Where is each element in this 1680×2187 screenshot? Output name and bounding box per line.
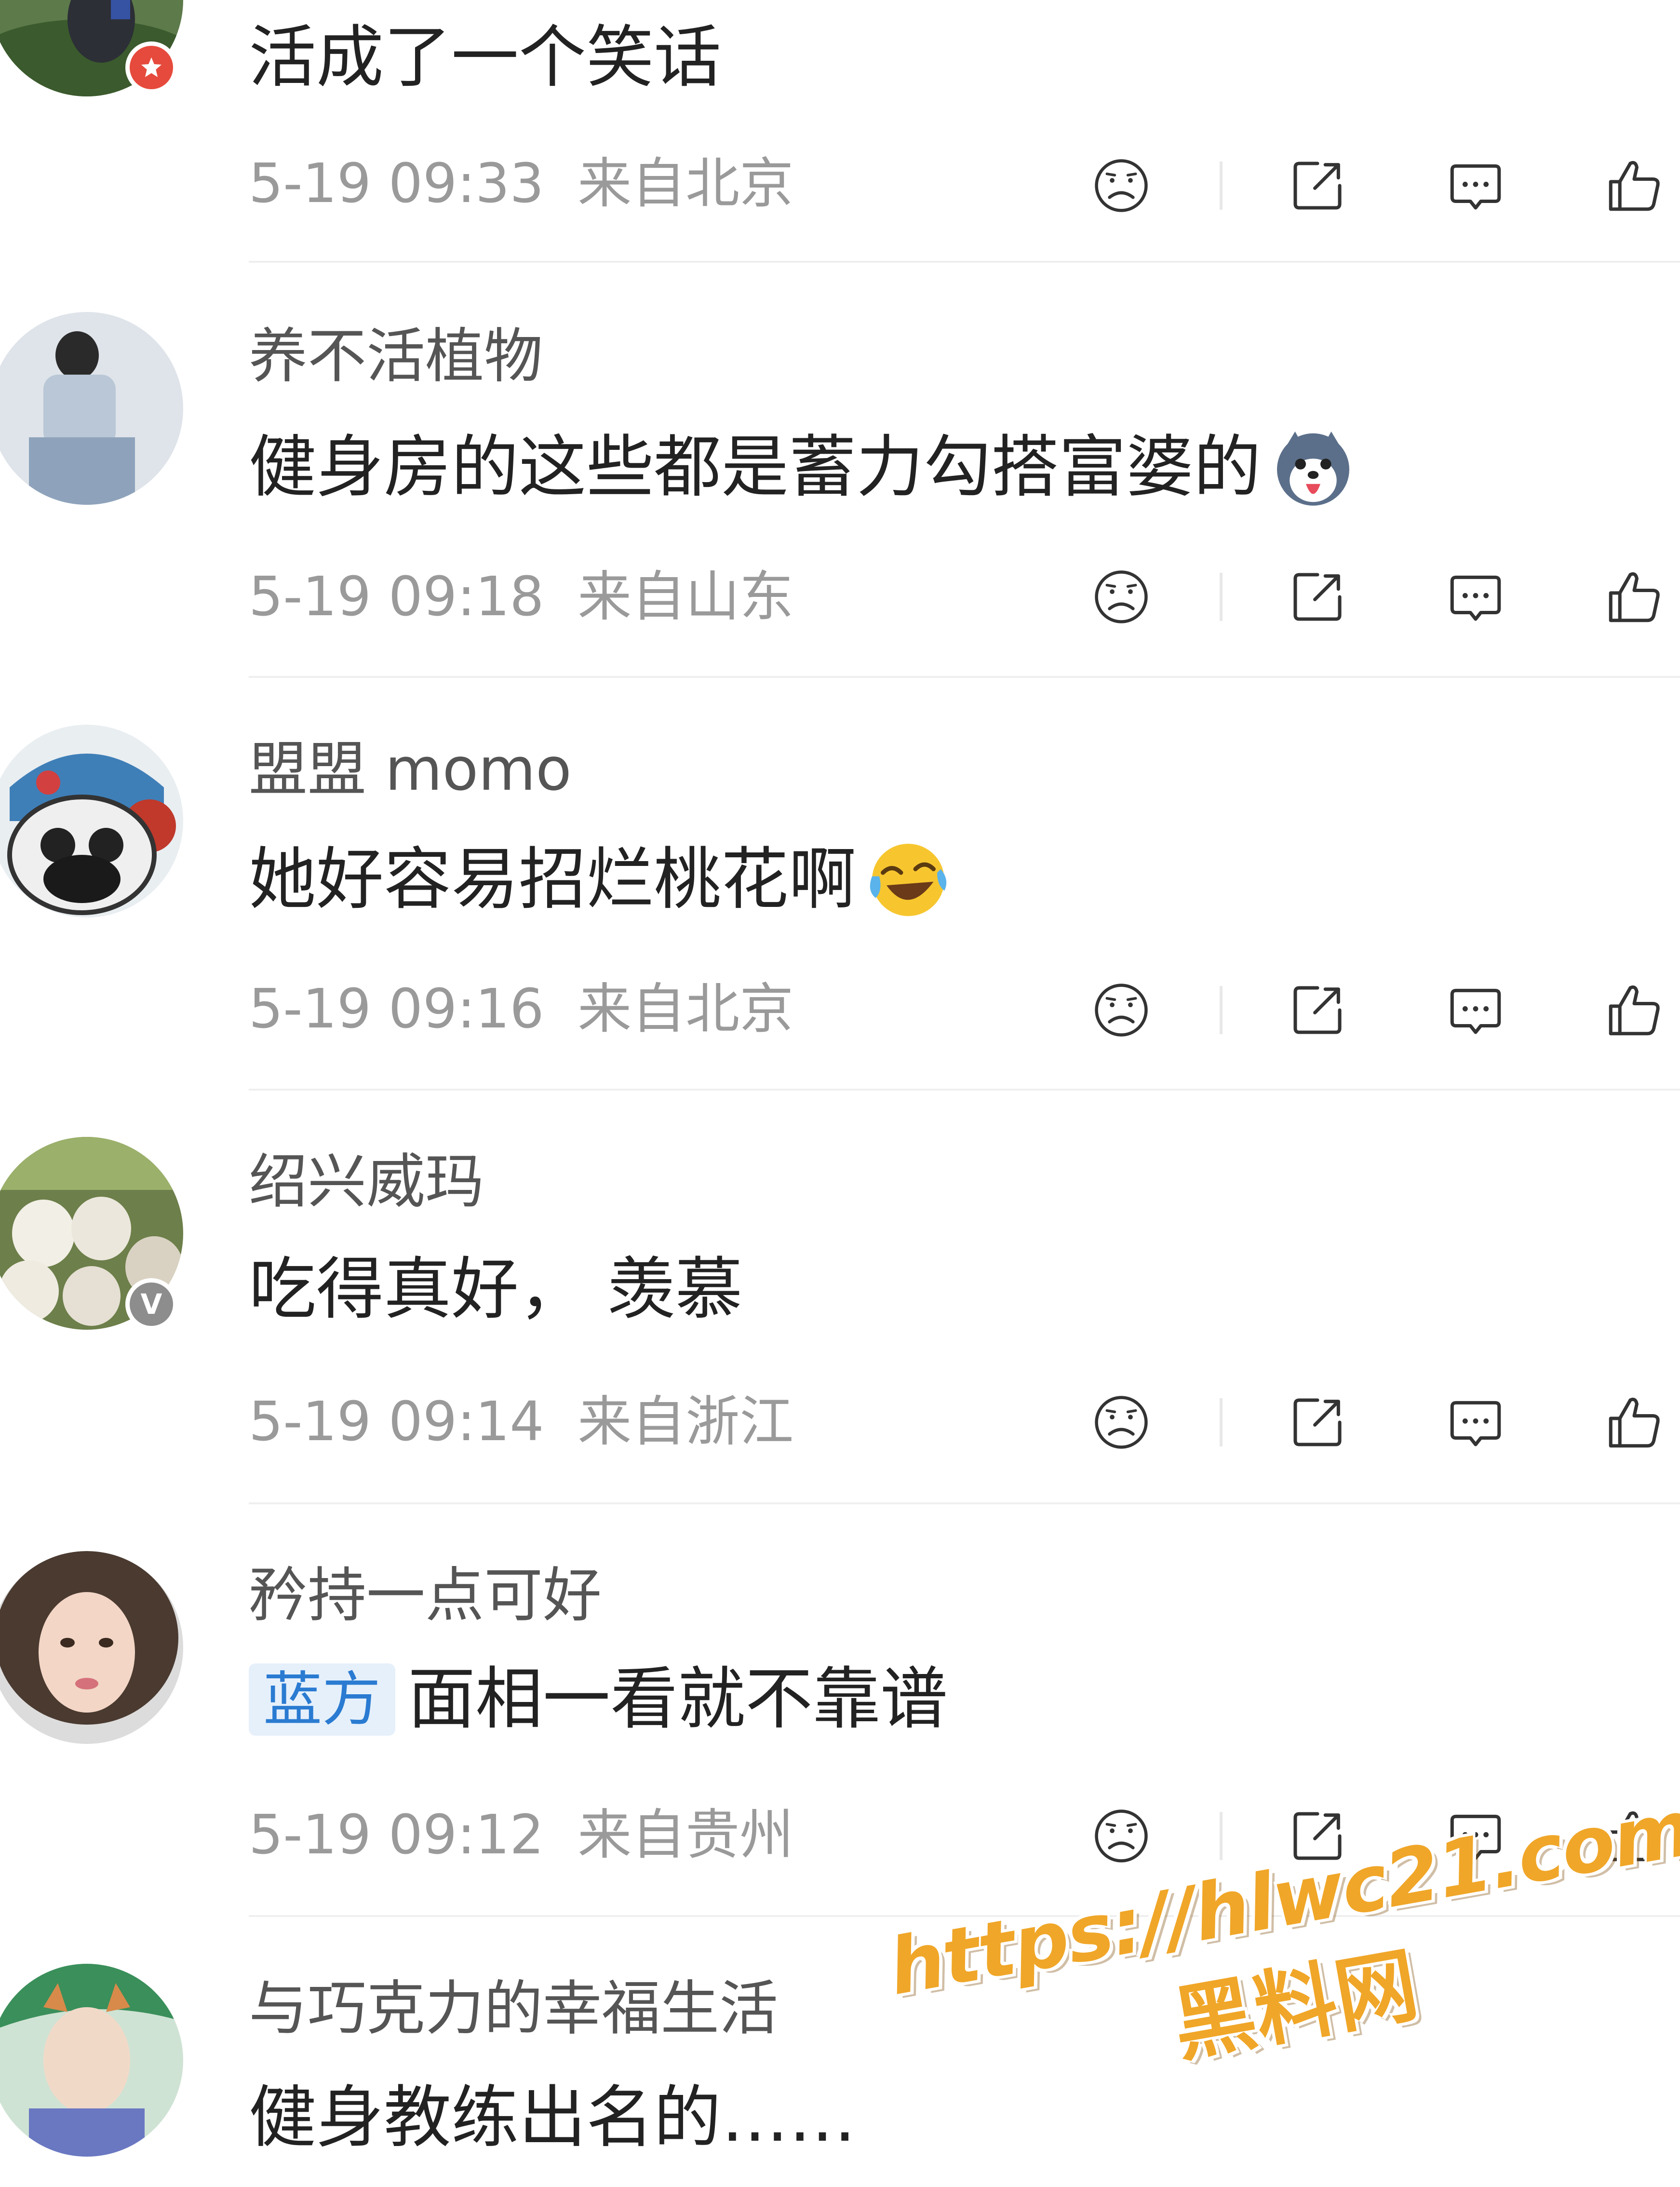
- comment-icon[interactable]: [1442, 563, 1509, 631]
- comment-actions: [0, 976, 1680, 1044]
- star-badge-icon: [125, 41, 177, 94]
- comment-text: 健身教练出名的……: [249, 2079, 857, 2157]
- username[interactable]: 绍兴威玛: [249, 1152, 484, 1211]
- comment-actions: [0, 152, 1680, 219]
- action-divider: [1220, 1398, 1223, 1446]
- laugh-cry-emoji: [865, 837, 952, 923]
- divider: [249, 676, 1680, 678]
- share-icon[interactable]: [1284, 976, 1351, 1044]
- like-icon[interactable]: [1600, 563, 1668, 631]
- action-divider: [1220, 162, 1223, 210]
- comment-text-content: 面相一看就不靠谱: [408, 1660, 948, 1739]
- divider: [249, 261, 1680, 263]
- action-divider: [1220, 1812, 1223, 1860]
- avatar[interactable]: [0, 725, 183, 918]
- share-icon[interactable]: [1284, 152, 1351, 219]
- share-icon[interactable]: [1284, 563, 1351, 631]
- username[interactable]: 养不活植物: [249, 327, 543, 386]
- avatar[interactable]: [0, 1551, 183, 1744]
- comment-text: 吃得真好， 羡慕: [249, 1250, 743, 1329]
- husky-dog-emoji: [1270, 424, 1357, 511]
- username[interactable]: 盟盟 momo: [249, 740, 572, 799]
- comment-text: 健身房的这些都是蓄力勾搭富婆的: [249, 424, 1357, 511]
- avatar[interactable]: [0, 1964, 183, 2157]
- comment-icon[interactable]: [1442, 1389, 1509, 1456]
- avatar[interactable]: [0, 312, 183, 505]
- comment-text: 蓝方 面相一看就不靠谱: [249, 1663, 948, 1736]
- action-divider: [1220, 986, 1223, 1034]
- dislike-icon[interactable]: [1088, 1802, 1155, 1870]
- action-divider: [1220, 573, 1223, 621]
- dislike-icon[interactable]: [1088, 563, 1155, 631]
- divider: [249, 1089, 1680, 1091]
- comment-text-content: 健身房的这些都是蓄力勾搭富婆的: [249, 428, 1262, 507]
- comment-text: 她好容易招烂桃花啊: [249, 837, 952, 923]
- username[interactable]: 矜持一点可好: [249, 1566, 602, 1625]
- verified-v-label: V: [140, 1288, 162, 1321]
- dislike-icon[interactable]: [1088, 152, 1155, 219]
- like-icon[interactable]: [1600, 1389, 1668, 1456]
- verified-v-icon: V: [125, 1278, 177, 1330]
- comment-icon[interactable]: [1442, 976, 1509, 1044]
- comment-text-content: 她好容易招烂桃花啊: [249, 840, 857, 919]
- topic-tag[interactable]: 蓝方: [249, 1663, 395, 1736]
- comment-actions: [0, 563, 1680, 631]
- like-icon[interactable]: [1600, 152, 1668, 219]
- comment-icon[interactable]: [1442, 152, 1509, 219]
- divider: [249, 1502, 1680, 1504]
- dislike-icon[interactable]: [1088, 1389, 1155, 1456]
- comment-actions: [0, 1389, 1680, 1456]
- like-icon[interactable]: [1600, 976, 1668, 1044]
- username[interactable]: 与巧克力的幸福生活: [249, 1979, 778, 2038]
- share-icon[interactable]: [1284, 1389, 1351, 1456]
- dislike-icon[interactable]: [1088, 976, 1155, 1044]
- comment-text: 活成了一个笑话: [249, 18, 722, 97]
